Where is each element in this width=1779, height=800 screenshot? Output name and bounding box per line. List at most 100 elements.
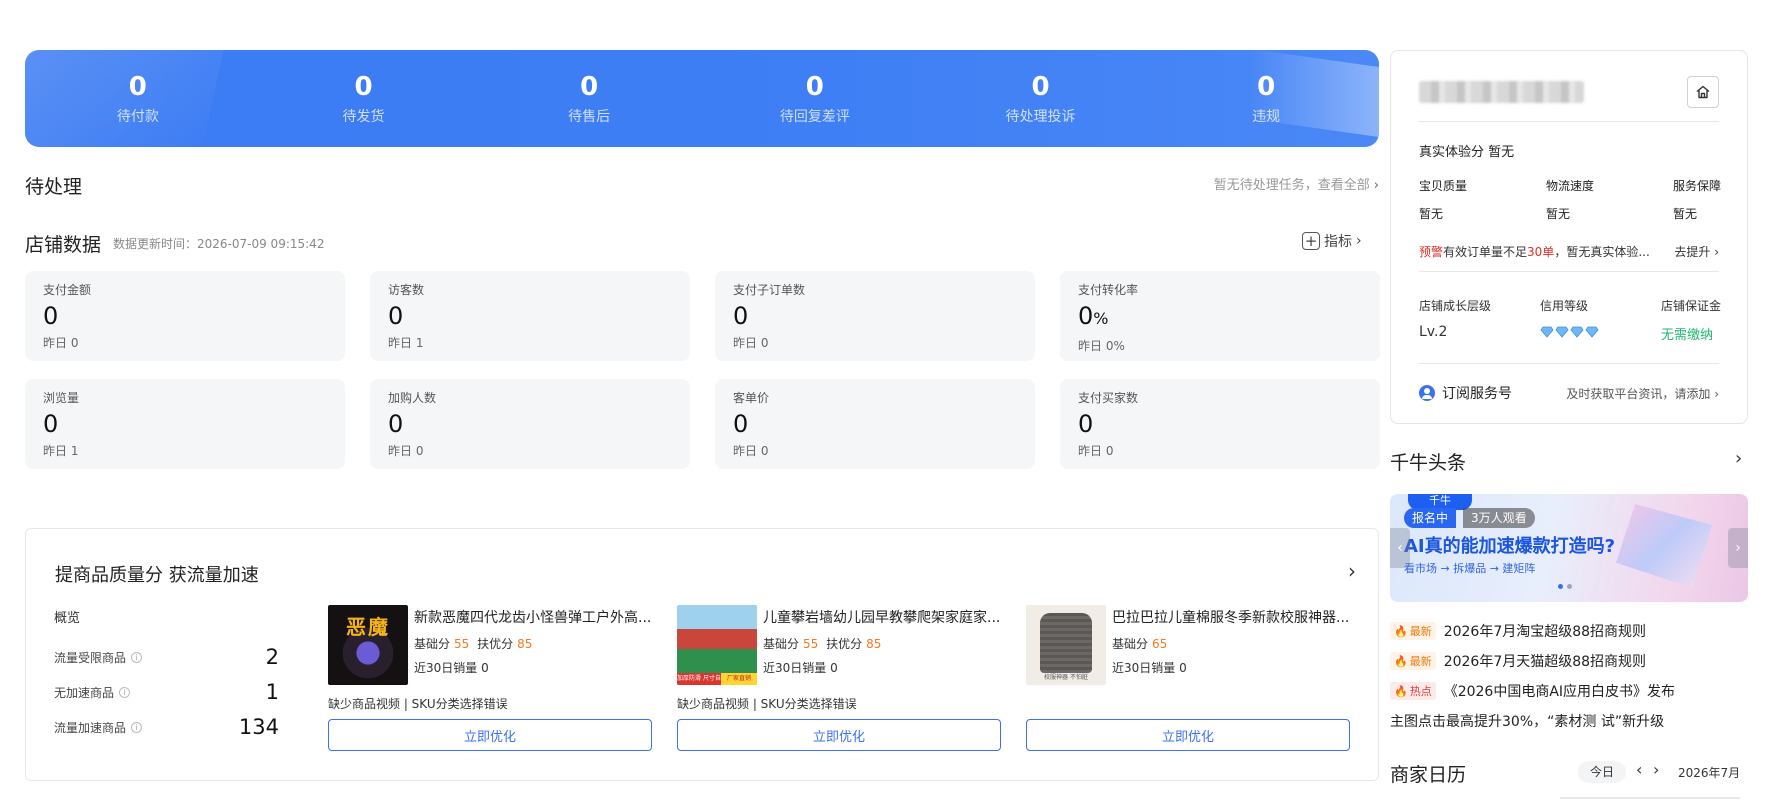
info-icon[interactable]: i <box>119 686 131 698</box>
metric-card-payment-amount[interactable]: 支付金额 0 昨日 0 <box>25 271 345 361</box>
view-all-pending-label: 暂无待处理任务，查看全部 <box>1213 178 1370 193</box>
metric-number: 0 <box>388 410 404 438</box>
credit-diamonds[interactable] <box>1540 324 1661 343</box>
info-icon[interactable]: i <box>131 721 143 733</box>
calendar-next-icon[interactable]: › <box>1653 760 1659 779</box>
subscribe-service-row[interactable]: 订阅服务号 及时获取平台资讯，请添加 › <box>1419 383 1719 403</box>
row-label: 流量受限商品 i <box>54 649 143 666</box>
optimize-button[interactable]: 立即优化 <box>677 719 1001 751</box>
row-label-text: 流量受限商品 <box>54 650 127 665</box>
chevron-right-icon[interactable]: › <box>1735 448 1742 469</box>
metric-value: 0 <box>388 410 672 438</box>
metric-card-paid-suborders[interactable]: 支付子订单数 0 昨日 0 <box>715 271 1035 361</box>
metric-number: 0 <box>733 302 749 330</box>
traffic-limited-row[interactable]: 流量受限商品 i 2 <box>54 645 279 669</box>
stat-pending-aftersale[interactable]: 0 待售后 <box>476 50 702 147</box>
product-name[interactable]: 巴拉巴拉儿童棉服冬季新款校服神器... <box>1112 607 1350 627</box>
info-icon[interactable]: i <box>131 651 143 663</box>
metric-yesterday: 昨日 0 <box>388 444 424 458</box>
no-boost-row[interactable]: 无加速商品 i 1 <box>54 680 279 704</box>
carousel-next-button[interactable]: › <box>1728 528 1748 568</box>
row-label-text: 流量加速商品 <box>54 720 127 735</box>
product-item: 加厚防滑 尺寸自选 厂家直销 儿童攀岩墙幼儿园早教攀爬架家庭家... 基础分55… <box>677 605 1001 780</box>
carousel-dot[interactable] <box>1558 584 1563 589</box>
shop-info-panel: 真实体验分 暂无 宝贝质量 物流速度 服务保障 暂无 暂无 暂无 预警有效订单量… <box>1390 50 1748 424</box>
metric-card-avg-order-value[interactable]: 客单价 0 昨日 0 <box>715 379 1035 469</box>
headline-item[interactable]: 主图点击最高提升30%，“素材测 试”新升级 <box>1390 706 1748 736</box>
metric-number: 0 <box>1078 302 1094 330</box>
improve-link[interactable]: 去提升 › <box>1674 243 1719 260</box>
metric-card-add-to-cart[interactable]: 加购人数 0 昨日 0 <box>370 379 690 469</box>
metric-yesterday: 昨日 0 <box>733 336 769 350</box>
stat-label: 待售后 <box>568 109 611 125</box>
metric-yesterday: 昨日 0% <box>1078 339 1125 353</box>
metric-number: 0 <box>43 302 59 330</box>
product-item: 恶魔 新款恶魔四代龙齿小怪兽弹工户外高... 基础分 55 扶优分 85 近30日销… <box>328 605 652 780</box>
stat-pending-complaints[interactable]: 0 待处理投诉 <box>928 50 1154 147</box>
row-value: 1 <box>265 680 279 704</box>
subscribe-right: 及时获取平台资讯，请添加 › <box>1566 385 1719 402</box>
metric-yesterday: 昨日 0 <box>43 336 79 350</box>
deposit-label: 店铺保证金 <box>1660 299 1721 313</box>
deposit-value[interactable]: 无需缴纳 <box>1661 324 1721 343</box>
growth-level-value[interactable]: Lv.2 <box>1419 324 1540 343</box>
experience-score-title: 真实体验分 暂无 <box>1419 145 1515 160</box>
metric-card-conversion-rate[interactable]: 支付转化率 0% 昨日 0% <box>1060 271 1380 361</box>
carousel-dot[interactable] <box>1567 584 1572 589</box>
badge-label: 最新 <box>1409 655 1432 668</box>
diamond-icon <box>1555 326 1569 338</box>
base-score: 65 <box>1152 637 1168 651</box>
product-name[interactable]: 新款恶魔四代龙齿小怪兽弹工户外高... <box>414 607 652 627</box>
warning-text: 有效订单量不足 <box>1443 245 1528 259</box>
chevron-right-icon[interactable]: › <box>1348 559 1356 583</box>
metric-label: 支付转化率 <box>1078 283 1139 297</box>
promo-banner[interactable]: 千牛 报名中 3万人观看 AI真的能加速爆款打造吗? 看市场 → 拆爆品 → 建… <box>1390 494 1748 602</box>
thumbnail-text: 校服神器 不怕脏 <box>1044 674 1088 681</box>
calendar-prev-icon[interactable]: ‹ <box>1636 760 1642 779</box>
stat-pending-negative-reviews[interactable]: 0 待回复差评 <box>702 50 928 147</box>
indicator-settings-button[interactable]: + 指标 › <box>1302 231 1362 251</box>
stat-violations[interactable]: 0 违规 <box>1153 50 1379 147</box>
metric-number: 0 <box>1078 410 1094 438</box>
metric-value: 0 <box>733 302 1017 330</box>
stat-label: 待付款 <box>116 109 159 125</box>
product-thumbnail[interactable]: 加厚防滑 尺寸自选 厂家直销 <box>677 605 757 685</box>
row-label: 无加速商品 i <box>54 684 131 701</box>
optimize-button[interactable]: 立即优化 <box>328 719 652 751</box>
headline-item[interactable]: 🔥 最新 2026年7月天猫超级88招商规则 <box>1390 646 1748 676</box>
headline-item[interactable]: 🔥 最新 2026年7月淘宝超级88招商规则 <box>1390 616 1748 646</box>
carousel-prev-button[interactable]: ‹ <box>1390 528 1410 568</box>
shop-home-button[interactable] <box>1687 76 1719 108</box>
metric-value: 0 <box>43 302 327 330</box>
base-score: 55 <box>454 637 470 651</box>
metric-card-visitors[interactable]: 访客数 0 昨日 1 <box>370 271 690 361</box>
metric-card-paying-buyers[interactable]: 支付买家数 0 昨日 0 <box>1060 379 1380 469</box>
warning-number: 30单 <box>1527 245 1555 259</box>
product-name[interactable]: 儿童攀岩墙幼儿园早教攀爬架家庭家... <box>763 607 1001 627</box>
product-thumbnail[interactable]: 恶魔 <box>328 605 408 685</box>
stat-label: 待处理投诉 <box>1005 109 1076 125</box>
boosted-row[interactable]: 流量加速商品 i 134 <box>54 715 279 739</box>
warning-tag: 预警 <box>1419 245 1444 259</box>
calendar-today-button[interactable]: 今日 <box>1578 761 1627 783</box>
experience-label: 服务保障 <box>1672 179 1721 193</box>
metric-card-page-views[interactable]: 浏览量 0 昨日 1 <box>25 379 345 469</box>
stat-pending-shipment[interactable]: 0 待发货 <box>251 50 477 147</box>
divider <box>1419 121 1719 122</box>
fire-icon: 🔥 <box>1394 654 1408 668</box>
optimize-button[interactable]: 立即优化 <box>1026 719 1350 751</box>
view-all-pending-link[interactable]: 暂无待处理任务，查看全部 › <box>1214 174 1379 193</box>
improve-label: 去提升 <box>1674 245 1711 259</box>
new-badge: 🔥 最新 <box>1390 622 1436 640</box>
metric-yesterday: 昨日 1 <box>388 336 424 350</box>
stat-pending-payment[interactable]: 0 待付款 <box>25 50 251 147</box>
stat-value: 0 <box>354 72 373 102</box>
product-thumbnail[interactable]: 校服神器 不怕脏 <box>1026 605 1106 685</box>
headline-item[interactable]: 🔥 热点 《2026中国电商AI应用白皮书》发布 <box>1390 676 1748 706</box>
experience-grid: 宝贝质量 物流速度 服务保障 暂无 暂无 暂无 <box>1419 177 1721 222</box>
hot-badge: 🔥 热点 <box>1390 682 1436 700</box>
base-score-label: 基础分 <box>763 637 800 651</box>
metric-label: 浏览量 <box>43 391 80 405</box>
quality-card-title: 提商品质量分 获流量加速 <box>55 565 259 586</box>
stat-label: 待发货 <box>342 109 385 125</box>
